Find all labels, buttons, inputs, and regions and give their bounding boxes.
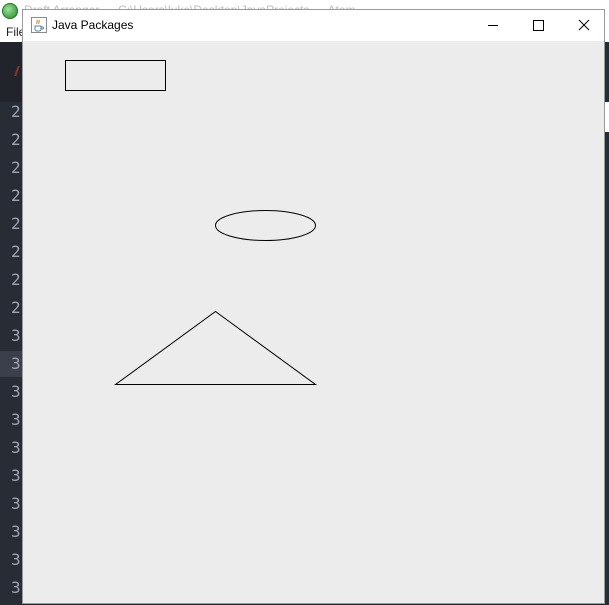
gutter-line-number: 3 — [11, 410, 21, 429]
gutter-line-number: 3 — [11, 354, 21, 373]
gutter-line-number: 2 — [11, 186, 21, 205]
maximize-button[interactable] — [515, 10, 561, 41]
close-button[interactable] — [560, 10, 606, 41]
gutter-line-number: 2 — [11, 242, 21, 261]
ellipse-shape — [215, 210, 316, 241]
triangle-shape — [113, 310, 318, 385]
gutter-line-number: 3 — [11, 578, 21, 597]
gutter-line-number: 3 — [11, 326, 21, 345]
rectangle-shape — [65, 60, 166, 91]
gutter-line-number: 3 — [11, 382, 21, 401]
window-title: Java Packages — [52, 18, 134, 32]
gutter-line-number: 3 — [11, 438, 21, 457]
minimize-icon — [488, 25, 498, 26]
atom-app-icon — [2, 3, 18, 19]
drawing-canvas — [23, 41, 604, 603]
gutter-line-number: 3 — [11, 522, 21, 541]
java-cup-icon — [31, 17, 47, 33]
gutter-line-number: 3 — [11, 466, 21, 485]
gutter-line-number: 2 — [11, 130, 21, 149]
gutter-line-number: 2 — [11, 270, 21, 289]
gutter-line-number: 2 — [11, 102, 21, 121]
gutter-line-number: 2 — [11, 214, 21, 233]
window-titlebar[interactable]: Java Packages — [23, 10, 604, 41]
maximize-icon — [533, 20, 544, 31]
gutter-line-number: 3 — [11, 494, 21, 513]
gutter-line-number: 2 — [11, 298, 21, 317]
gutter-line-number: 2 — [11, 158, 21, 177]
minimize-button[interactable] — [470, 10, 516, 41]
gutter-line-number: 3 — [11, 550, 21, 569]
close-icon — [578, 19, 590, 31]
line-number-gutter: 2 2 2 2 2 2 2 2 3 3 3 3 3 3 3 3 3 3 — [0, 102, 23, 605]
java-packages-window: Java Packages — [23, 10, 604, 603]
scrollbar-thumb[interactable] — [605, 102, 609, 132]
